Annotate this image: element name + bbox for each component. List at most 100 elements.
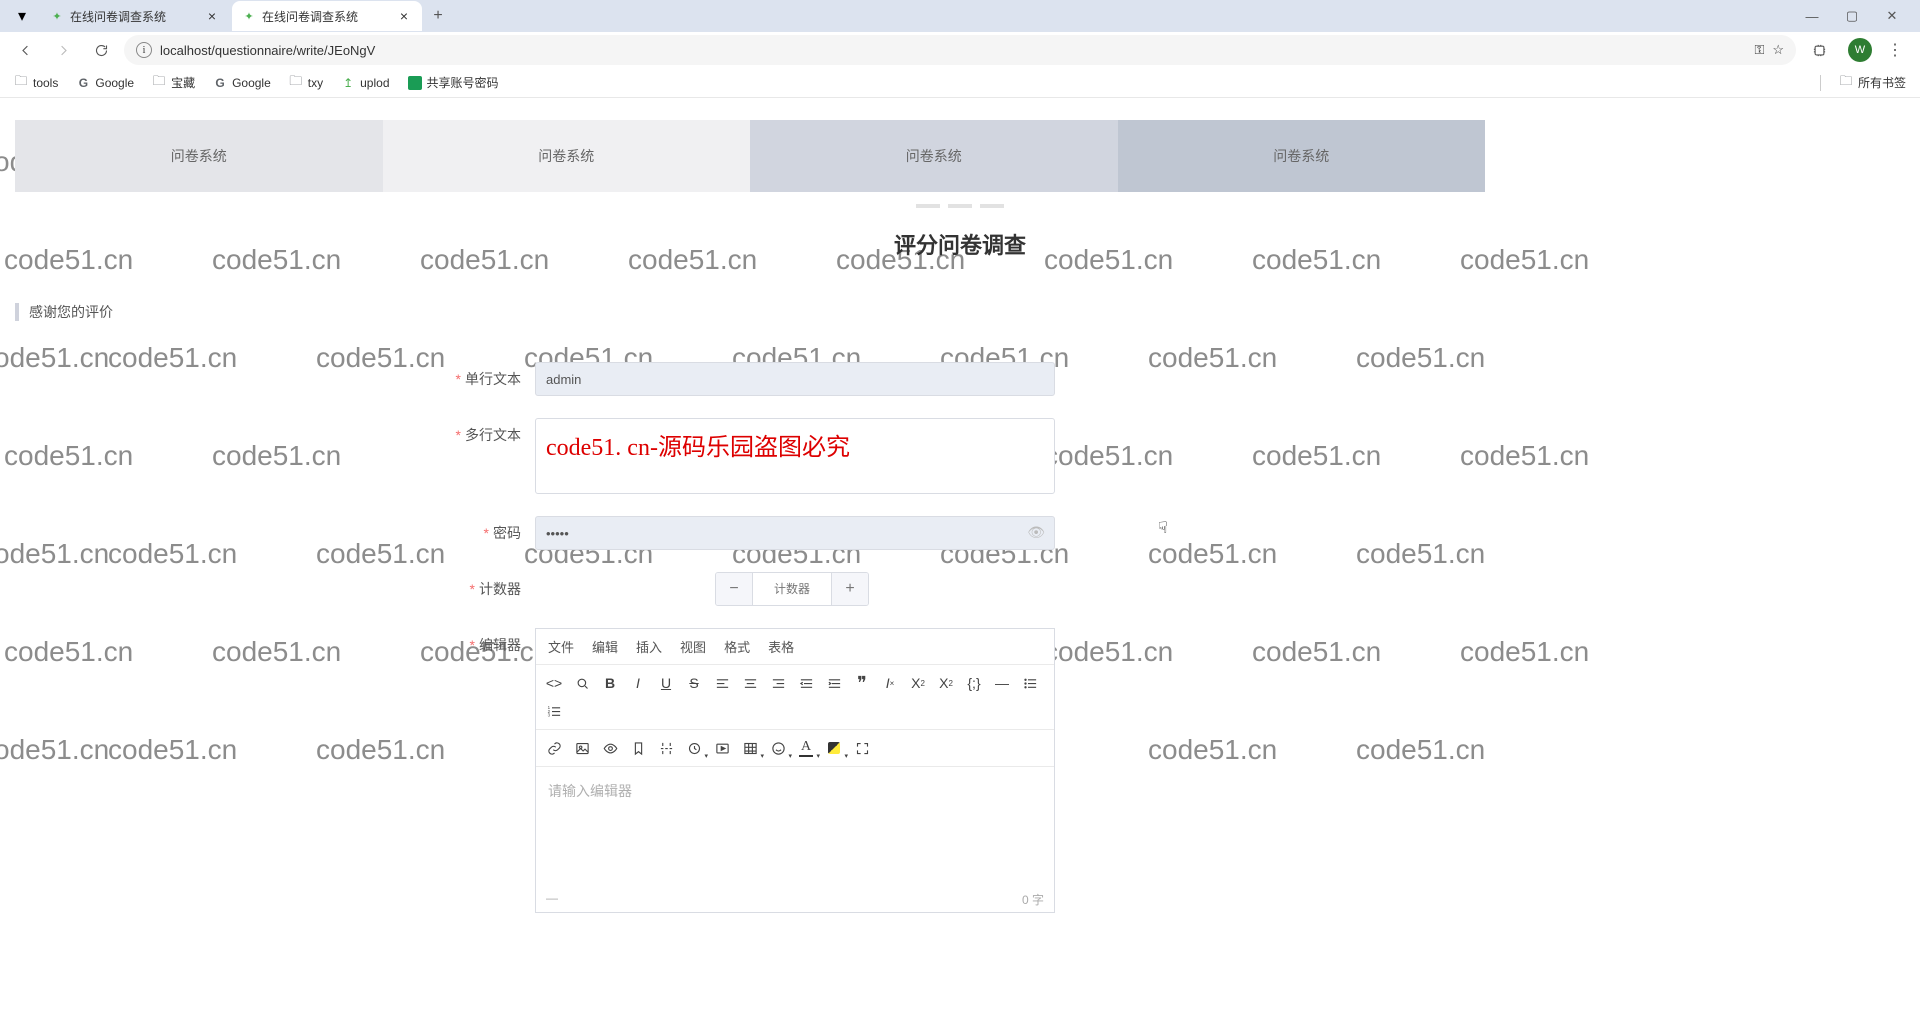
forward-button[interactable] [48,35,78,65]
minimize-button[interactable]: — [1792,1,1832,31]
page-tab-4[interactable]: 问卷系统 [1118,120,1486,192]
page-tab-2[interactable]: 问卷系统 [383,120,751,192]
field-label: *编辑器 [395,628,535,662]
preview-icon[interactable] [570,671,594,695]
media-icon[interactable] [710,736,734,760]
editor-wordcount: 0 字 [1022,891,1044,908]
blockquote-icon[interactable]: ❞ [850,671,874,695]
menu-view[interactable]: 视图 [680,637,706,656]
bookmark-icon[interactable] [626,736,650,760]
editor-placeholder: 请输入编辑器 [548,783,632,799]
code-icon[interactable]: {;} [962,671,986,695]
multi-line-textarea[interactable]: code51. cn-源码乐园盗图必究 [535,418,1055,494]
maximize-button[interactable]: ▢ [1832,1,1872,31]
counter-input[interactable] [752,573,832,605]
indicator-bar [948,204,972,208]
clear-format-icon[interactable]: I× [878,671,902,695]
superscript-icon[interactable]: X2 [934,671,958,695]
google-icon: G [213,76,227,90]
menu-table[interactable]: 表格 [768,637,794,656]
emoji-icon[interactable] [766,736,790,760]
table-icon[interactable] [738,736,762,760]
bookmark-google-2[interactable]: GGoogle [213,76,271,90]
menu-button[interactable]: ⋮ [1880,35,1910,65]
preview-eye-icon[interactable] [598,736,622,760]
counter-decrement-button[interactable]: − [716,573,752,605]
tab-favicon-icon: ✦ [242,9,256,23]
bold-icon[interactable]: B [598,671,622,695]
textarea-content: code51. cn-源码乐园盗图必究 [546,435,850,461]
page-break-icon[interactable] [654,736,678,760]
browser-tab-1[interactable]: ✦ 在线问卷调查系统 × [40,1,230,31]
subscript-icon[interactable]: X2 [906,671,930,695]
underline-icon[interactable]: U [654,671,678,695]
datetime-icon[interactable] [682,736,706,760]
background-color-icon[interactable] [822,736,846,760]
divider [1820,75,1821,91]
bookmark-tools[interactable]: 🗀tools [14,76,58,90]
fullscreen-icon[interactable] [850,736,874,760]
hr-icon[interactable]: — [990,671,1014,695]
url-field[interactable]: i localhost/questionnaire/write/JEoNgV ⚿… [124,35,1796,65]
number-list-icon[interactable]: 123 [542,699,566,723]
align-right-icon[interactable] [766,671,790,695]
password-input[interactable] [535,516,1055,550]
close-icon[interactable]: × [204,8,220,24]
folder-icon: 🗀 [14,76,28,90]
align-center-icon[interactable] [738,671,762,695]
survey-form: *单行文本 *多行文本 code51. cn-源码乐园盗图必究 *密码 👁 [395,322,1455,913]
text-color-icon[interactable]: A [794,736,818,760]
indent-icon[interactable] [822,671,846,695]
bookmark-baozang[interactable]: 🗀宝藏 [152,74,195,91]
italic-icon[interactable]: I [626,671,650,695]
field-multi-line: *多行文本 code51. cn-源码乐园盗图必究 [395,418,1455,494]
close-window-button[interactable]: ✕ [1872,1,1912,31]
bookmark-txy[interactable]: 🗀txy [289,76,323,90]
field-password: *密码 👁 [395,516,1455,550]
back-button[interactable] [10,35,40,65]
profile-avatar[interactable]: W [1848,38,1872,62]
menu-insert[interactable]: 插入 [636,637,662,656]
page-tab-1[interactable]: 问卷系统 [15,120,383,192]
svg-text:3: 3 [547,712,550,717]
close-icon[interactable]: × [396,8,412,24]
outdent-icon[interactable] [794,671,818,695]
field-label: *计数器 [395,572,535,606]
source-code-icon[interactable]: <> [542,671,566,695]
sheet-icon [408,76,422,90]
cursor-icon: ☟ [1158,518,1168,538]
reload-button[interactable] [86,35,116,65]
extensions-button[interactable] [1804,35,1834,65]
bookmark-upload[interactable]: ↥uplod [341,76,389,90]
menu-format[interactable]: 格式 [724,637,750,656]
required-mark: * [470,581,475,597]
browser-tab-2[interactable]: ✦ 在线问卷调查系统 × [232,1,422,31]
single-line-input[interactable] [535,362,1055,396]
required-mark: * [456,427,461,443]
eye-icon[interactable]: 👁 [1027,524,1045,541]
align-left-icon[interactable] [710,671,734,695]
section-text: 感谢您的评价 [29,302,113,322]
bookmark-shared-accounts[interactable]: 共享账号密码 [408,74,499,91]
strikethrough-icon[interactable]: S [682,671,706,695]
menu-file[interactable]: 文件 [548,637,574,656]
key-icon[interactable]: ⚿ [1754,42,1764,58]
indicator-bar [980,204,1004,208]
counter-increment-button[interactable]: + [832,573,868,605]
site-info-icon[interactable]: i [136,42,152,58]
field-counter: *计数器 − + [395,572,1455,606]
bookmark-google[interactable]: GGoogle [76,76,134,90]
new-tab-button[interactable]: + [424,2,452,30]
editor-content-area[interactable]: 请输入编辑器 [536,767,1054,887]
link-icon[interactable] [542,736,566,760]
image-icon[interactable] [570,736,594,760]
editor-toolbar-row-1: <> B I U S ❞ I× X2 X2 [536,665,1054,730]
all-bookmarks-button[interactable]: 🗀所有书签 [1839,74,1906,91]
menu-edit[interactable]: 编辑 [592,637,618,656]
survey-title: 评分问卷调查 [15,210,1905,278]
page-tab-3[interactable]: 问卷系统 [750,120,1118,192]
folder-icon: 🗀 [289,76,303,90]
star-icon[interactable]: ☆ [1772,42,1784,58]
tab-search-dropdown[interactable]: ▾ [8,2,36,30]
bullet-list-icon[interactable] [1018,671,1042,695]
